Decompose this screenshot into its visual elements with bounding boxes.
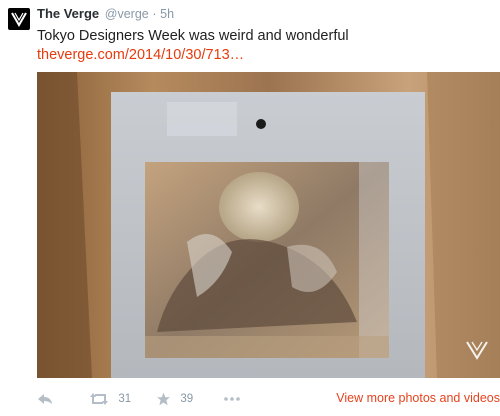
avatar[interactable] xyxy=(8,8,30,30)
reply-button[interactable] xyxy=(37,388,53,408)
author-handle[interactable]: @verge xyxy=(105,7,149,21)
separator-dot: · xyxy=(152,7,157,21)
tweet-timestamp[interactable]: 5h xyxy=(160,7,174,21)
tweet-link[interactable]: theverge.com/2014/10/30/713… xyxy=(37,46,244,64)
retweet-count: 31 xyxy=(118,392,132,405)
favorite-count: 39 xyxy=(180,392,194,405)
view-more-link[interactable]: View more photos and videos xyxy=(336,388,500,408)
retweet-button[interactable]: 31 xyxy=(89,388,131,409)
more-button[interactable] xyxy=(223,388,241,408)
favorite-button[interactable]: 39 xyxy=(156,388,193,409)
photo-image xyxy=(37,72,500,378)
more-icon xyxy=(224,397,240,401)
tweet-header: The Verge @verge · 5h xyxy=(37,6,174,22)
verge-logo-icon xyxy=(11,12,27,27)
tweet-actions: 31 39 View more photos and videos xyxy=(37,388,500,410)
tweet-text: Tokyo Designers Week was weird and wonde… xyxy=(37,28,349,44)
author-name[interactable]: The Verge xyxy=(37,6,99,21)
tweet-photo[interactable] xyxy=(37,72,500,378)
star-icon xyxy=(157,392,170,406)
reply-icon xyxy=(38,393,52,404)
retweet-icon xyxy=(90,392,108,405)
